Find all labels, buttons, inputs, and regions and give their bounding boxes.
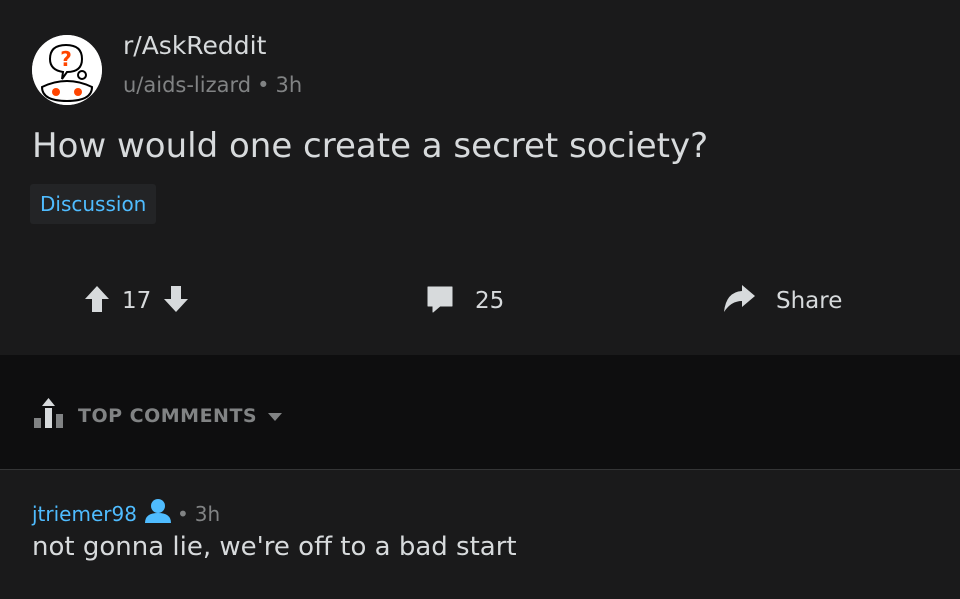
subreddit-avatar-icon[interactable]: ? bbox=[32, 35, 102, 105]
post-time: 3h bbox=[275, 73, 303, 97]
comment-meta: jtriemer98 • 3h bbox=[32, 498, 220, 529]
post-meta: u/aids-lizard • 3h bbox=[123, 73, 302, 97]
comment-count: 25 bbox=[475, 288, 505, 314]
comment-body: not gonna lie, we're off to a bad start bbox=[32, 532, 517, 562]
meta-separator: • bbox=[176, 501, 189, 526]
sort-dropdown[interactable]: TOP COMMENTS bbox=[32, 398, 283, 434]
comment-author[interactable]: jtriemer98 bbox=[32, 502, 137, 526]
comments-sort-bar: TOP COMMENTS bbox=[0, 355, 960, 469]
vote-controls: 17 bbox=[84, 280, 189, 322]
chevron-down-icon bbox=[267, 407, 283, 426]
comment-item: jtriemer98 • 3h not gonna lie, we're off… bbox=[0, 470, 960, 599]
svg-text:?: ? bbox=[60, 47, 72, 71]
post-card: ? r/AskReddit u/aids-lizard • 3h How would… bbox=[0, 0, 960, 355]
comments-button[interactable]: 25 bbox=[425, 280, 504, 322]
vote-count: 17 bbox=[122, 288, 152, 314]
post-author[interactable]: u/aids-lizard bbox=[123, 73, 251, 97]
share-label: Share bbox=[776, 288, 843, 314]
sort-label: TOP COMMENTS bbox=[78, 405, 258, 427]
comment-time: 3h bbox=[194, 501, 221, 526]
share-button[interactable]: Share bbox=[722, 280, 842, 322]
comment-bubble-icon bbox=[425, 284, 455, 318]
share-arrow-icon bbox=[722, 284, 756, 318]
sort-bars-icon bbox=[32, 398, 68, 434]
upvote-icon[interactable] bbox=[84, 284, 110, 318]
post-actions: 17 25 Share bbox=[0, 280, 960, 322]
op-user-icon bbox=[143, 498, 173, 529]
downvote-icon[interactable] bbox=[163, 284, 189, 318]
post-title[interactable]: How would one create a secret society? bbox=[32, 126, 708, 166]
post-flair[interactable]: Discussion bbox=[30, 184, 157, 224]
subreddit-name[interactable]: r/AskReddit bbox=[123, 31, 266, 60]
meta-separator: • bbox=[257, 73, 270, 97]
